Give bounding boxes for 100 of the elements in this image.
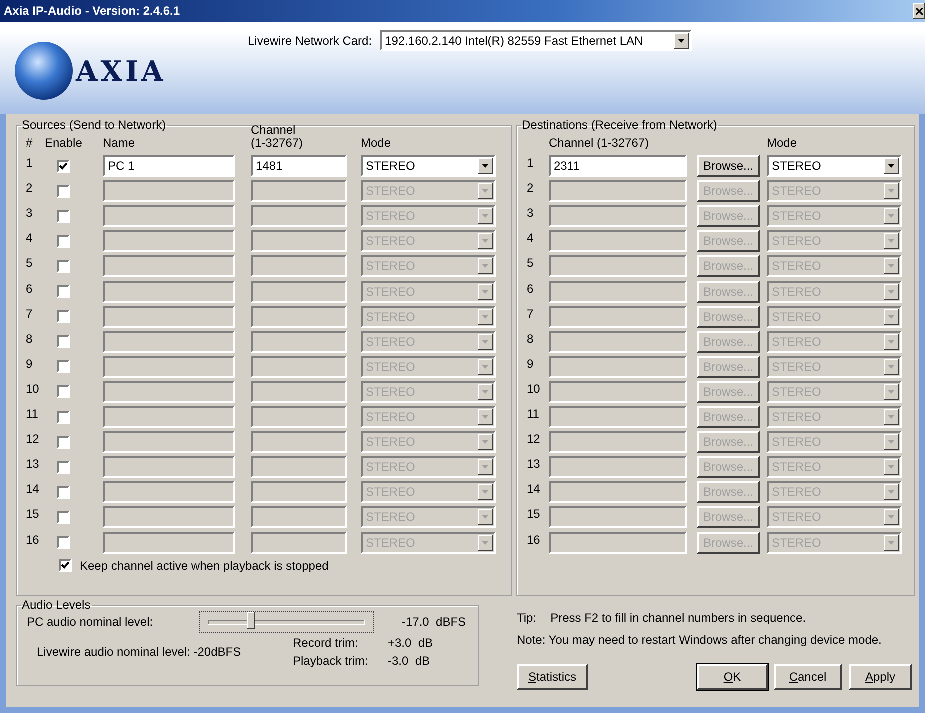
- name-field[interactable]: [103, 532, 235, 554]
- dropdown-arrow-icon: [888, 515, 895, 520]
- dialog-button[interactable]: Cancel: [774, 664, 842, 690]
- channel-field[interactable]: [549, 180, 687, 202]
- enable-checkbox[interactable]: [57, 536, 70, 549]
- close-button[interactable]: [913, 3, 925, 19]
- mode-dropdown[interactable]: STEREO: [361, 155, 496, 178]
- enable-checkbox[interactable]: [57, 210, 70, 223]
- name-field[interactable]: [103, 481, 235, 504]
- enable-checkbox[interactable]: [57, 486, 70, 499]
- trim-label: Record trim:: [293, 636, 360, 650]
- enable-checkbox[interactable]: [57, 510, 70, 524]
- channel-field[interactable]: [549, 205, 687, 228]
- channel-field[interactable]: [549, 406, 687, 428]
- channel-field[interactable]: [549, 356, 687, 378]
- name-field[interactable]: [103, 230, 235, 252]
- channel-field[interactable]: [549, 456, 687, 478]
- row-number: 5: [25, 255, 34, 272]
- keep-active-checkbox[interactable]: [59, 559, 72, 572]
- name-field[interactable]: [103, 330, 235, 353]
- channel-field[interactable]: [251, 356, 347, 378]
- name-field[interactable]: [103, 205, 235, 228]
- enable-checkbox[interactable]: [57, 260, 70, 273]
- channel-field[interactable]: [251, 532, 347, 554]
- channel-field[interactable]: [549, 532, 687, 554]
- dialog-button[interactable]: Statistics: [517, 664, 588, 690]
- enable-checkbox[interactable]: [57, 160, 70, 173]
- row-number: 12: [25, 431, 40, 448]
- channel-field[interactable]: [251, 406, 347, 428]
- channel-field[interactable]: [549, 280, 687, 303]
- dropdown-arrow-icon: [888, 340, 895, 344]
- dropdown-arrow-icon: [482, 189, 489, 194]
- enable-checkbox[interactable]: [57, 385, 70, 398]
- channel-field[interactable]: [549, 330, 687, 353]
- dialog-button[interactable]: Apply: [849, 664, 912, 690]
- name-field[interactable]: [103, 406, 235, 428]
- enable-checkbox[interactable]: [57, 410, 70, 424]
- name-field[interactable]: [103, 255, 235, 278]
- column-header: Channel (1-32767): [251, 124, 304, 152]
- name-field[interactable]: [103, 306, 235, 328]
- enable-checkbox[interactable]: [57, 460, 70, 474]
- channel-field[interactable]: [549, 481, 687, 504]
- row-number: 13: [25, 456, 40, 474]
- dialog-button[interactable]: OK: [697, 664, 768, 690]
- channel-field[interactable]: [251, 431, 347, 454]
- network-card-dropdown[interactable]: 192.160.2.140 Intel(R) 82559 Fast Ethernet LAN: [380, 30, 692, 51]
- channel-field[interactable]: [251, 230, 347, 252]
- dropdown-arrow-icon: [888, 490, 895, 494]
- channel-field[interactable]: [251, 180, 347, 202]
- trim-value: +3.0 dB: [388, 636, 434, 650]
- dropdown-arrow-icon: [888, 440, 895, 444]
- channel-field[interactable]: [251, 380, 347, 403]
- channel-field[interactable]: 1481: [251, 155, 347, 178]
- enable-checkbox[interactable]: [57, 285, 70, 298]
- row-number: 9: [25, 356, 34, 373]
- channel-field[interactable]: [549, 230, 687, 252]
- name-field[interactable]: [103, 180, 235, 202]
- name-field[interactable]: [103, 431, 235, 454]
- dropdown-arrow-icon: [482, 540, 489, 544]
- dropdown-arrow-icon: [888, 239, 895, 244]
- channel-field[interactable]: [251, 330, 347, 353]
- enable-checkbox[interactable]: [57, 436, 70, 449]
- channel-field[interactable]: 2311: [549, 155, 687, 178]
- trim-value: -3.0 dB: [388, 654, 432, 668]
- channel-field[interactable]: [549, 506, 687, 528]
- channel-field[interactable]: [251, 481, 347, 504]
- name-field[interactable]: [103, 380, 235, 403]
- enable-checkbox[interactable]: [57, 335, 70, 348]
- dropdown-arrow-icon: [482, 390, 489, 394]
- row-number: 7: [25, 306, 34, 323]
- channel-field[interactable]: [251, 306, 347, 328]
- mode-dropdown[interactable]: STEREO: [767, 155, 902, 178]
- name-field[interactable]: [103, 506, 235, 528]
- browse-button[interactable]: Browse...: [697, 155, 760, 178]
- channel-field[interactable]: [251, 255, 347, 278]
- channel-field[interactable]: [251, 456, 347, 478]
- row-number: 1: [526, 155, 535, 172]
- column-header: Channel (1-32767): [549, 136, 650, 152]
- row-number: 3: [25, 205, 34, 222]
- channel-field[interactable]: [251, 280, 347, 303]
- channel-field[interactable]: [549, 306, 687, 328]
- checkbox-label: Keep channel active when playback is stopped: [80, 558, 329, 572]
- channel-field[interactable]: [549, 431, 687, 454]
- level-slider[interactable]: [199, 611, 374, 633]
- name-field[interactable]: [103, 280, 235, 303]
- name-field[interactable]: [103, 356, 235, 378]
- enable-checkbox[interactable]: [57, 360, 70, 374]
- dropdown-arrow-icon: [482, 415, 489, 420]
- channel-field[interactable]: [549, 380, 687, 403]
- channel-field[interactable]: [251, 506, 347, 528]
- name-field[interactable]: PC 1: [103, 155, 235, 178]
- name-field[interactable]: [103, 456, 235, 478]
- enable-checkbox[interactable]: [57, 310, 70, 324]
- enable-checkbox[interactable]: [57, 184, 70, 198]
- row-number: 13: [526, 456, 542, 474]
- enable-checkbox[interactable]: [57, 234, 70, 248]
- column-header: #: [25, 136, 34, 152]
- dropdown-arrow-icon: [482, 314, 489, 319]
- channel-field[interactable]: [251, 205, 347, 228]
- channel-field[interactable]: [549, 255, 687, 278]
